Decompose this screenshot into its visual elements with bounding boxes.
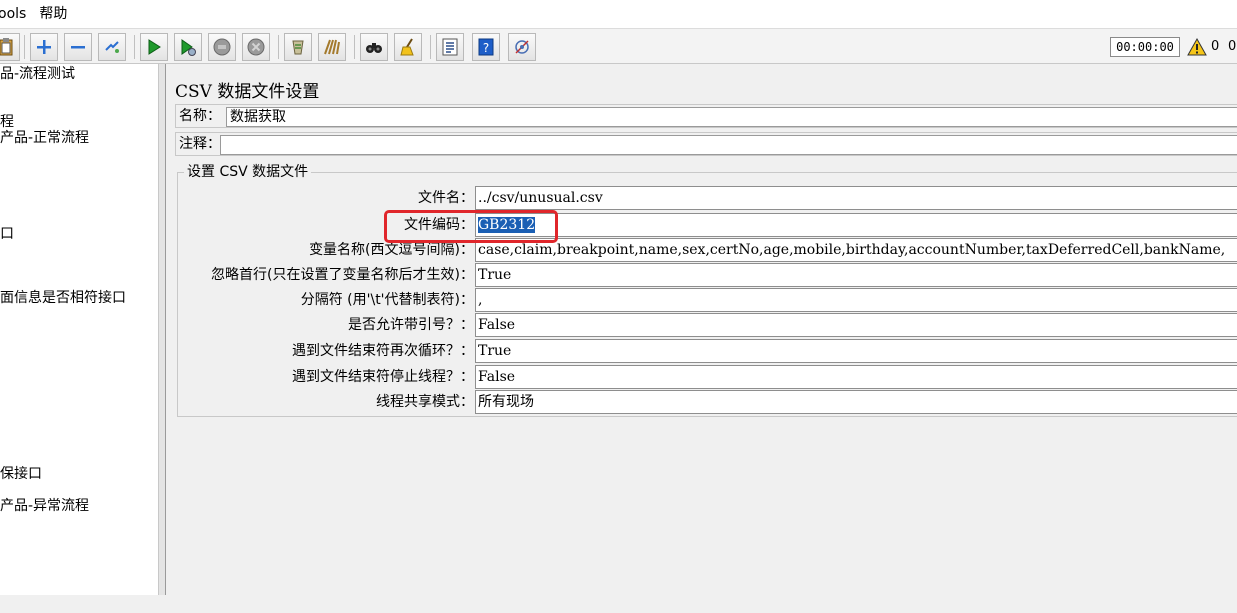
variable-names-input[interactable]: case,claim,breakpoint,name,sex,certNo,ag… [475, 238, 1237, 262]
page-title: CSV 数据文件设置 [175, 82, 320, 102]
bottom-strip [0, 595, 1237, 613]
test-plan-tree: 品-流程测试 程 产品-正常流程 口 面信息是否相符接口 保接口 产品-异常流程 [0, 64, 158, 595]
stop-thread-on-eof-input[interactable]: False [475, 365, 1237, 389]
menu-bar: ools 帮助 [0, 0, 1237, 28]
delimiter-label: 分隔符 (用'\t'代替制表符)： [300, 292, 474, 308]
tree-item-flow-test[interactable]: 品-流程测试 [0, 65, 75, 83]
menu-help[interactable]: 帮助 [39, 0, 73, 28]
sharing-mode-input[interactable]: 所有现场 [475, 390, 1237, 414]
toolbar-separator [278, 35, 279, 59]
delimiter-input[interactable]: , [475, 288, 1237, 312]
csv-group-title: 设置 CSV 数据文件 [184, 164, 312, 180]
stop-icon[interactable] [208, 33, 236, 61]
tree-item-insure-interface[interactable]: 保接口 [0, 465, 42, 483]
ignore-first-line-input[interactable]: True [475, 263, 1237, 287]
clear-all-icon[interactable] [318, 33, 346, 61]
paste-icon[interactable] [0, 33, 20, 61]
filename-label: 文件名： [418, 190, 474, 206]
toolbar-separator [354, 35, 355, 59]
allow-quoted-input[interactable]: False [475, 313, 1237, 337]
help-icon[interactable]: ? [472, 33, 500, 61]
recycle-on-eof-input[interactable]: True [475, 339, 1237, 363]
tree-item-interface[interactable]: 口 [0, 225, 14, 243]
encoding-input[interactable]: GB2312 [475, 213, 1237, 237]
stop-thread-on-eof-label: 遇到文件结束符停止线程？： [292, 369, 474, 385]
panel-splitter[interactable] [158, 64, 166, 595]
collapse-minus-icon[interactable] [64, 33, 92, 61]
menu-tools[interactable]: ools [0, 0, 32, 28]
toolbar-separator [24, 35, 25, 59]
name-label: 名称： [179, 108, 221, 124]
start-no-pauses-icon[interactable] [174, 33, 202, 61]
ignore-first-line-label: 忽略首行(只在设置了变量名称后才生效)： [211, 267, 474, 283]
encoding-label: 文件编码： [404, 217, 474, 233]
encoding-selected-text: GB2312 [478, 217, 536, 233]
allow-quoted-label: 是否允许带引号？： [348, 317, 474, 333]
svg-text:?: ? [483, 41, 489, 55]
toolbar: ? 00:00:00 0 0 [0, 28, 1237, 64]
thread-count: 0 [1228, 39, 1237, 54]
toolbar-separator [430, 35, 431, 59]
variable-names-label: 变量名称(西文逗号间隔)： [309, 242, 474, 258]
remote-start-icon[interactable] [508, 33, 536, 61]
sharing-mode-label: 线程共享模式： [376, 394, 474, 410]
shutdown-icon[interactable] [242, 33, 270, 61]
tree-item-normal-flow[interactable]: 产品-正常流程 [0, 129, 89, 147]
comment-input[interactable] [220, 135, 1237, 155]
csv-settings-group: 设置 CSV 数据文件 文件名： ../csv/unusual.csv 文件编码… [177, 164, 1237, 417]
comment-row: 注释： [175, 132, 1237, 156]
recycle-on-eof-label: 遇到文件结束符再次循环？： [292, 343, 474, 359]
tree-item-info-match-interface[interactable]: 面信息是否相符接口 [0, 289, 126, 307]
toggle-icon[interactable] [98, 33, 126, 61]
warning-count: 0 [1211, 39, 1220, 54]
name-row: 名称： 数据获取 [175, 104, 1237, 128]
start-icon[interactable] [140, 33, 168, 61]
tree-item-abnormal-flow[interactable]: 产品-异常流程 [0, 497, 89, 515]
search-binoculars-icon[interactable] [360, 33, 388, 61]
filename-input[interactable]: ../csv/unusual.csv [475, 186, 1237, 210]
elapsed-timer: 00:00:00 [1110, 37, 1180, 57]
function-helper-icon[interactable] [436, 33, 464, 61]
comment-label: 注释： [179, 136, 221, 152]
name-input[interactable]: 数据获取 [226, 107, 1237, 127]
reset-search-broom-icon[interactable] [394, 33, 422, 61]
warning-icon[interactable] [1187, 37, 1207, 57]
expand-plus-icon[interactable] [30, 33, 58, 61]
csv-config-panel: CSV 数据文件设置 名称： 数据获取 注释： 设置 CSV 数据文件 文件名：… [166, 64, 1237, 595]
toolbar-separator [134, 35, 135, 59]
clear-icon[interactable] [284, 33, 312, 61]
